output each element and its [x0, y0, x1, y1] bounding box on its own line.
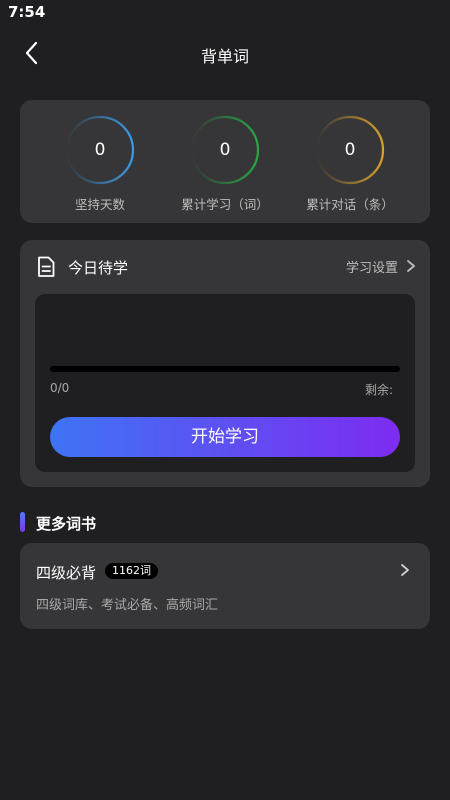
progress-count: 0/0: [50, 381, 70, 395]
chevron-right-icon: [407, 260, 415, 272]
today-card: 今日待学 学习设置 0/0 剩余: 开始学习: [20, 240, 430, 487]
today-progress-panel: 0/0 剩余: 开始学习: [35, 294, 415, 472]
progress-bar: [50, 366, 400, 372]
nav-bar: 背单词: [0, 30, 450, 76]
today-title: 今日待学: [68, 259, 129, 277]
start-study-button[interactable]: 开始学习: [50, 417, 400, 457]
stat-persist-days: 0 坚持天数: [32, 100, 168, 223]
book-description: 四级词库、考试必备、高频词汇: [36, 598, 219, 613]
page-title: 背单词: [200, 47, 249, 66]
section-accent-bar: [20, 512, 25, 532]
stat-label: 累计学习（词）: [181, 197, 269, 212]
study-settings-label: 学习设置: [345, 260, 398, 276]
section-title: 更多词书: [36, 515, 97, 533]
stat-label: 坚持天数: [74, 197, 125, 212]
stat-value: 0: [219, 140, 231, 160]
stat-value: 0: [94, 140, 106, 160]
book-title: 四级必背: [36, 564, 97, 582]
status-bar: 7:54: [0, 0, 450, 26]
stat-total-dialogs: 0 累计对话（条）: [282, 100, 418, 223]
stats-card: 0 坚持天数 0 累计学习（词） 0 累计对话（条）: [20, 100, 430, 223]
book-card-cet4[interactable]: 四级必背 1162词 四级词库、考试必备、高频词汇: [20, 543, 430, 629]
document-icon: [38, 256, 55, 277]
stat-total-words: 0 累计学习（词）: [157, 100, 293, 223]
chevron-right-icon: [401, 564, 409, 576]
remaining-label: 剩余:: [364, 383, 393, 397]
stat-value: 0: [344, 140, 356, 160]
word-count-badge: 1162词: [105, 563, 158, 579]
status-time: 7:54: [8, 3, 46, 21]
stat-label: 累计对话（条）: [306, 197, 394, 212]
study-settings-link[interactable]: 学习设置: [346, 254, 416, 278]
